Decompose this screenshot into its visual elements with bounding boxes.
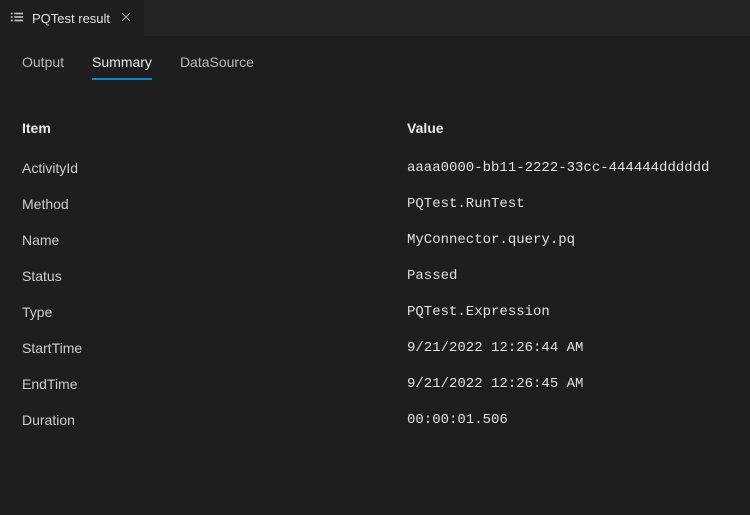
tab-pqtest-result[interactable]: PQTest result: [0, 0, 145, 36]
row-item: StartTime: [22, 340, 407, 356]
row-item: EndTime: [22, 376, 407, 392]
row-value: aaaa0000-bb11-2222-33cc-444444dddddd: [407, 160, 728, 176]
summary-table: Item Value ActivityId aaaa0000-bb11-2222…: [0, 80, 750, 438]
table-row: Method PQTest.RunTest: [22, 186, 728, 222]
row-item: Name: [22, 232, 407, 248]
table-row: ActivityId aaaa0000-bb11-2222-33cc-44444…: [22, 150, 728, 186]
table-row: Type PQTest.Expression: [22, 294, 728, 330]
sub-tab-bar: Output Summary DataSource: [0, 36, 750, 80]
row-item: Method: [22, 196, 407, 212]
row-value: 9/21/2022 12:26:45 AM: [407, 376, 728, 392]
tab-summary[interactable]: Summary: [92, 54, 152, 80]
table-header: Item Value: [22, 110, 728, 150]
close-icon[interactable]: [118, 8, 134, 28]
table-row: StartTime 9/21/2022 12:26:44 AM: [22, 330, 728, 366]
table-row: Duration 00:00:01.506: [22, 402, 728, 438]
row-item: Type: [22, 304, 407, 320]
row-item: ActivityId: [22, 160, 407, 176]
row-value: Passed: [407, 268, 728, 284]
row-value: 9/21/2022 12:26:44 AM: [407, 340, 728, 356]
tab-datasource[interactable]: DataSource: [180, 54, 254, 80]
table-row: EndTime 9/21/2022 12:26:45 AM: [22, 366, 728, 402]
header-value: Value: [407, 120, 728, 136]
table-row: Name MyConnector.query.pq: [22, 222, 728, 258]
row-value: MyConnector.query.pq: [407, 232, 728, 248]
row-value: 00:00:01.506: [407, 412, 728, 428]
table-row: Status Passed: [22, 258, 728, 294]
row-value: PQTest.Expression: [407, 304, 728, 320]
tab-title: PQTest result: [32, 11, 110, 26]
row-item: Duration: [22, 412, 407, 428]
list-icon: [10, 10, 24, 27]
row-item: Status: [22, 268, 407, 284]
tab-bar: PQTest result: [0, 0, 750, 36]
header-item: Item: [22, 120, 407, 136]
row-value: PQTest.RunTest: [407, 196, 728, 212]
tab-output[interactable]: Output: [22, 54, 64, 80]
